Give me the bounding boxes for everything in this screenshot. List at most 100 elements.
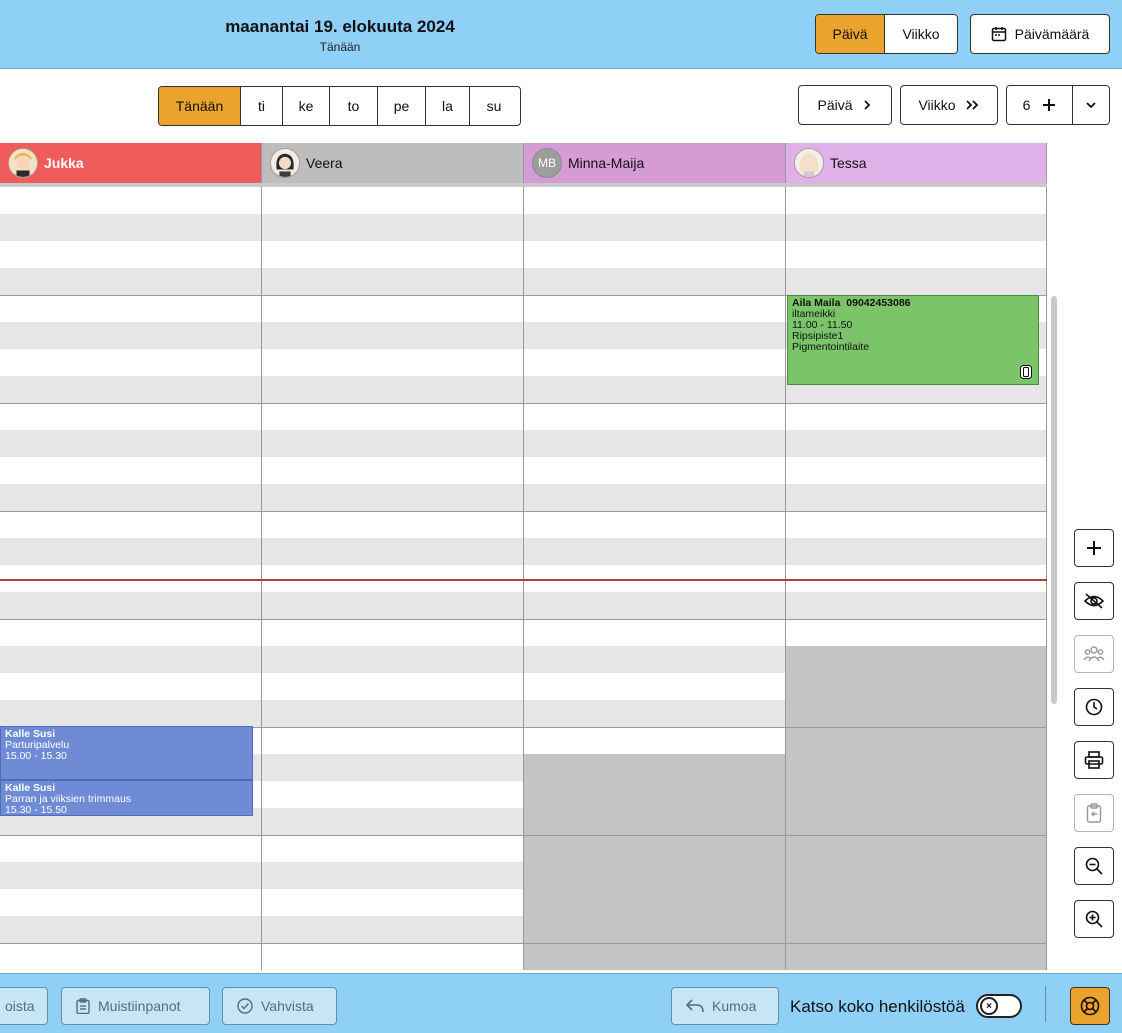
time-slot[interactable] (786, 835, 1047, 862)
time-slot[interactable] (262, 835, 524, 862)
time-slot[interactable] (262, 592, 524, 619)
time-slot[interactable] (524, 835, 786, 862)
time-slot[interactable] (0, 862, 262, 889)
time-slot[interactable] (262, 889, 524, 916)
time-slot[interactable] (0, 376, 262, 403)
time-slot[interactable] (786, 268, 1047, 295)
time-slot[interactable] (262, 484, 524, 511)
time-slot[interactable] (786, 457, 1047, 484)
time-slot[interactable] (524, 673, 786, 700)
time-slot[interactable] (524, 538, 786, 565)
time-slot[interactable] (524, 187, 786, 214)
time-slot[interactable] (786, 430, 1047, 457)
time-slot[interactable] (524, 862, 786, 889)
next-week-button[interactable]: Viikko (900, 85, 998, 125)
add-appointment-tool[interactable] (1074, 529, 1114, 567)
staff-header-jukka[interactable]: Jukka (0, 143, 262, 183)
time-slot[interactable] (524, 457, 786, 484)
time-slot[interactable] (786, 646, 1047, 673)
time-slot[interactable] (524, 430, 786, 457)
zoom-in-tool[interactable] (1074, 900, 1114, 938)
day-la[interactable]: la (426, 87, 470, 125)
time-slot[interactable] (786, 511, 1047, 538)
time-slot[interactable] (262, 268, 524, 295)
time-slot[interactable] (0, 187, 262, 214)
staff-header-veera[interactable]: Veera (262, 143, 524, 183)
time-slot[interactable] (786, 889, 1047, 916)
view-day-button[interactable]: Päivä (816, 15, 885, 53)
time-slot[interactable] (262, 538, 524, 565)
time-slot[interactable] (524, 592, 786, 619)
time-slot[interactable] (786, 187, 1047, 214)
time-slot[interactable] (524, 295, 786, 322)
time-slot[interactable] (786, 619, 1047, 646)
time-slot[interactable] (262, 322, 524, 349)
day-pe[interactable]: pe (378, 87, 426, 125)
time-slot[interactable] (786, 727, 1047, 754)
day-today[interactable]: Tänään (159, 87, 241, 125)
time-slot[interactable] (262, 403, 524, 430)
time-slot[interactable] (0, 646, 262, 673)
time-slot[interactable] (0, 484, 262, 511)
time-slot[interactable] (524, 349, 786, 376)
time-slot[interactable] (786, 781, 1047, 808)
time-slot[interactable] (786, 754, 1047, 781)
time-slot[interactable] (786, 403, 1047, 430)
time-slot[interactable] (0, 673, 262, 700)
time-slot[interactable] (524, 484, 786, 511)
hide-tool[interactable] (1074, 582, 1114, 620)
time-slot[interactable] (262, 673, 524, 700)
time-slot[interactable] (524, 403, 786, 430)
day-su[interactable]: su (470, 87, 518, 125)
time-slot[interactable] (786, 214, 1047, 241)
calendar-scrollbar[interactable] (1051, 296, 1057, 704)
time-slot[interactable] (524, 268, 786, 295)
time-slot[interactable] (262, 430, 524, 457)
view-week-button[interactable]: Viikko (885, 15, 957, 53)
time-slot[interactable] (0, 889, 262, 916)
confirm-button[interactable]: Vahvista (222, 987, 337, 1025)
staff-header-tessa[interactable]: Tessa (786, 143, 1047, 183)
time-slot[interactable] (0, 295, 262, 322)
time-slot[interactable] (524, 646, 786, 673)
time-slot[interactable] (524, 727, 786, 754)
time-slot[interactable] (262, 376, 524, 403)
time-slot[interactable] (0, 268, 262, 295)
time-slot[interactable] (524, 700, 786, 727)
time-slot[interactable] (524, 511, 786, 538)
time-slot[interactable] (0, 916, 262, 943)
staff-dropdown-button[interactable] (1073, 86, 1109, 124)
time-slot[interactable] (786, 862, 1047, 889)
time-slot[interactable] (0, 619, 262, 646)
time-slot[interactable] (262, 646, 524, 673)
notes-button[interactable]: Muistiinpanot (61, 987, 210, 1025)
time-slot[interactable] (0, 457, 262, 484)
add-staff-button[interactable]: 6 (1007, 86, 1073, 124)
time-slot[interactable] (262, 781, 524, 808)
time-slot[interactable] (0, 538, 262, 565)
time-slot[interactable] (786, 700, 1047, 727)
time-slot[interactable] (262, 457, 524, 484)
time-slot[interactable] (524, 322, 786, 349)
time-slot[interactable] (524, 943, 786, 970)
time-slot[interactable] (262, 295, 524, 322)
day-to[interactable]: to (330, 87, 378, 125)
time-slot[interactable] (786, 484, 1047, 511)
time-slot[interactable] (524, 808, 786, 835)
appointment-aila-maila[interactable]: Aila Maila 09042453086 iltameikki 11.00 … (787, 295, 1039, 385)
time-slot[interactable] (524, 376, 786, 403)
date-picker-button[interactable]: Päivämäärä (970, 14, 1110, 54)
time-slot[interactable] (786, 673, 1047, 700)
paste-tool[interactable] (1074, 794, 1114, 832)
next-day-button[interactable]: Päivä (798, 85, 892, 125)
time-slot[interactable] (262, 349, 524, 376)
time-slot[interactable] (262, 214, 524, 241)
zoom-out-tool[interactable] (1074, 847, 1114, 885)
time-slot[interactable] (786, 241, 1047, 268)
time-slot[interactable] (524, 619, 786, 646)
help-button[interactable] (1070, 987, 1110, 1025)
time-slot[interactable] (262, 754, 524, 781)
group-tool[interactable] (1074, 635, 1114, 673)
time-slot[interactable] (262, 808, 524, 835)
time-slot[interactable] (786, 943, 1047, 970)
